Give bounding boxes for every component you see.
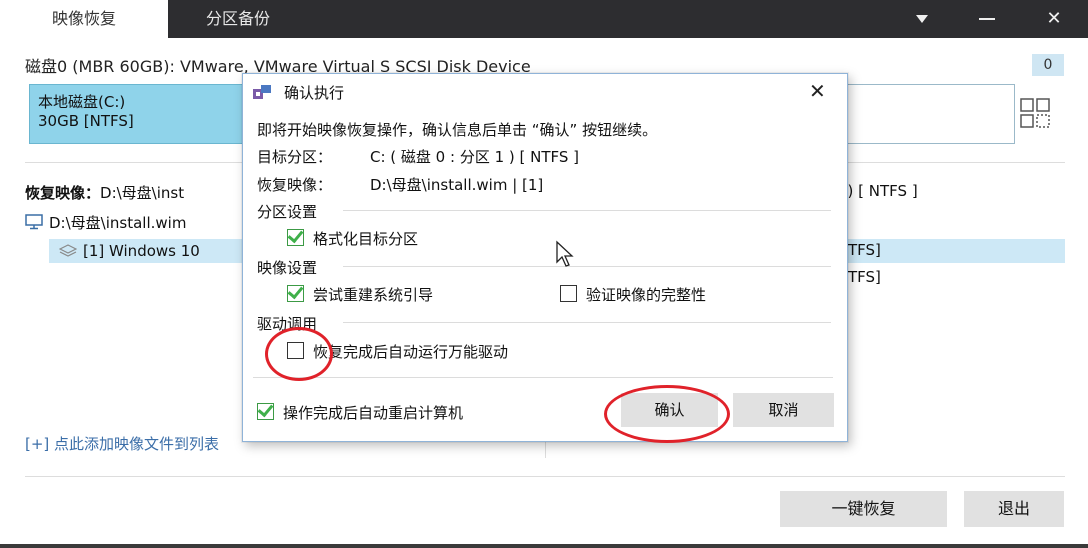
dialog-intro: 即将开始映像恢复操作，确认信息后单击 “确认” 按钮继续。 bbox=[257, 121, 658, 139]
auto-restart-checkbox[interactable] bbox=[257, 403, 274, 420]
target-partition-label: 目标分区： bbox=[257, 148, 333, 166]
format-partition-option[interactable]: 格式化目标分区 bbox=[287, 228, 418, 249]
section-divider bbox=[343, 322, 831, 323]
confirm-dialog: 确认执行 ✕ 即将开始映像恢复操作，确认信息后单击 “确认” 按钮继续。 目标分… bbox=[242, 73, 848, 442]
image-tree-root-label: D:\母盘\install.wim bbox=[49, 214, 187, 232]
partition-size: 30GB [NTFS] bbox=[38, 112, 134, 130]
minimize-icon bbox=[979, 18, 995, 20]
dropdown-menu-button[interactable] bbox=[900, 0, 944, 38]
restore-image-row: 恢复映像：D:\母盘\inst bbox=[25, 182, 184, 203]
app-icon bbox=[253, 85, 271, 99]
target-partition-value: C: ( 磁盘 0 : 分区 1 ) [ NTFS ] bbox=[370, 148, 580, 166]
restore-image-label: 恢复映像： bbox=[25, 184, 101, 202]
right-info-line: TFS] bbox=[848, 241, 881, 259]
annotation-circle-checkbox bbox=[265, 327, 333, 381]
restore-image-path: D:\母盘\inst bbox=[100, 184, 185, 202]
partition-block-other[interactable] bbox=[843, 84, 1015, 144]
annotation-circle-confirm bbox=[604, 385, 730, 443]
auto-restart-label: 操作完成后自动重启计算机 bbox=[283, 404, 464, 422]
image-tree-root[interactable]: D:\母盘\install.wim bbox=[25, 212, 186, 233]
section-divider bbox=[343, 266, 831, 267]
disk-count-badge: 0 bbox=[1032, 54, 1064, 76]
auto-driver-label: 恢复完成后自动运行万能驱动 bbox=[313, 343, 509, 361]
restore-image-label: 恢复映像： bbox=[257, 176, 333, 194]
triangle-down-icon bbox=[916, 15, 928, 23]
layers-icon bbox=[58, 244, 78, 257]
add-image-link[interactable]: [+] 点此添加映像文件到列表 bbox=[25, 433, 219, 454]
verify-image-option[interactable]: 验证映像的完整性 bbox=[560, 284, 706, 305]
title-bar: 映像恢复 分区备份 ✕ bbox=[0, 0, 1088, 38]
exit-button[interactable]: 退出 bbox=[964, 491, 1064, 527]
section-image-settings: 映像设置 bbox=[257, 259, 318, 277]
rebuild-boot-label: 尝试重建系统引导 bbox=[313, 286, 434, 304]
dialog-title: 确认执行 bbox=[284, 84, 345, 102]
tab-partition-backup[interactable]: 分区备份 bbox=[168, 0, 308, 38]
right-info-line: TFS] bbox=[848, 268, 881, 286]
monitor-icon bbox=[25, 214, 43, 230]
taskbar-edge bbox=[0, 544, 1088, 548]
mouse-cursor-icon bbox=[556, 240, 574, 267]
tab-image-restore[interactable]: 映像恢复 bbox=[0, 0, 168, 38]
restore-image-value: D:\母盘\install.wim | [1] bbox=[370, 176, 544, 194]
layout-grid-icon[interactable] bbox=[1020, 98, 1064, 132]
format-partition-checkbox[interactable] bbox=[287, 229, 304, 246]
partition-name: 本地磁盘(C:) bbox=[38, 93, 126, 111]
image-tree-item-label: [1] Windows 10 bbox=[83, 242, 200, 260]
verify-image-label: 验证映像的完整性 bbox=[586, 286, 707, 304]
one-click-restore-button[interactable]: 一键恢复 bbox=[780, 491, 947, 527]
divider bbox=[25, 476, 1065, 477]
section-partition-settings: 分区设置 bbox=[257, 203, 318, 221]
minimize-button[interactable] bbox=[965, 0, 1009, 38]
dialog-divider bbox=[253, 377, 833, 378]
verify-image-checkbox[interactable] bbox=[560, 285, 577, 302]
format-partition-label: 格式化目标分区 bbox=[313, 230, 419, 248]
restore-target-info: . ) [ NTFS ] bbox=[838, 182, 918, 200]
cancel-button[interactable]: 取消 bbox=[733, 393, 834, 427]
section-divider bbox=[343, 210, 831, 211]
rebuild-boot-checkbox[interactable] bbox=[287, 285, 304, 302]
close-window-button[interactable]: ✕ bbox=[1032, 0, 1076, 38]
auto-restart-option[interactable]: 操作完成后自动重启计算机 bbox=[257, 402, 463, 423]
dialog-close-button[interactable]: ✕ bbox=[809, 80, 826, 102]
rebuild-boot-option[interactable]: 尝试重建系统引导 bbox=[287, 284, 433, 305]
